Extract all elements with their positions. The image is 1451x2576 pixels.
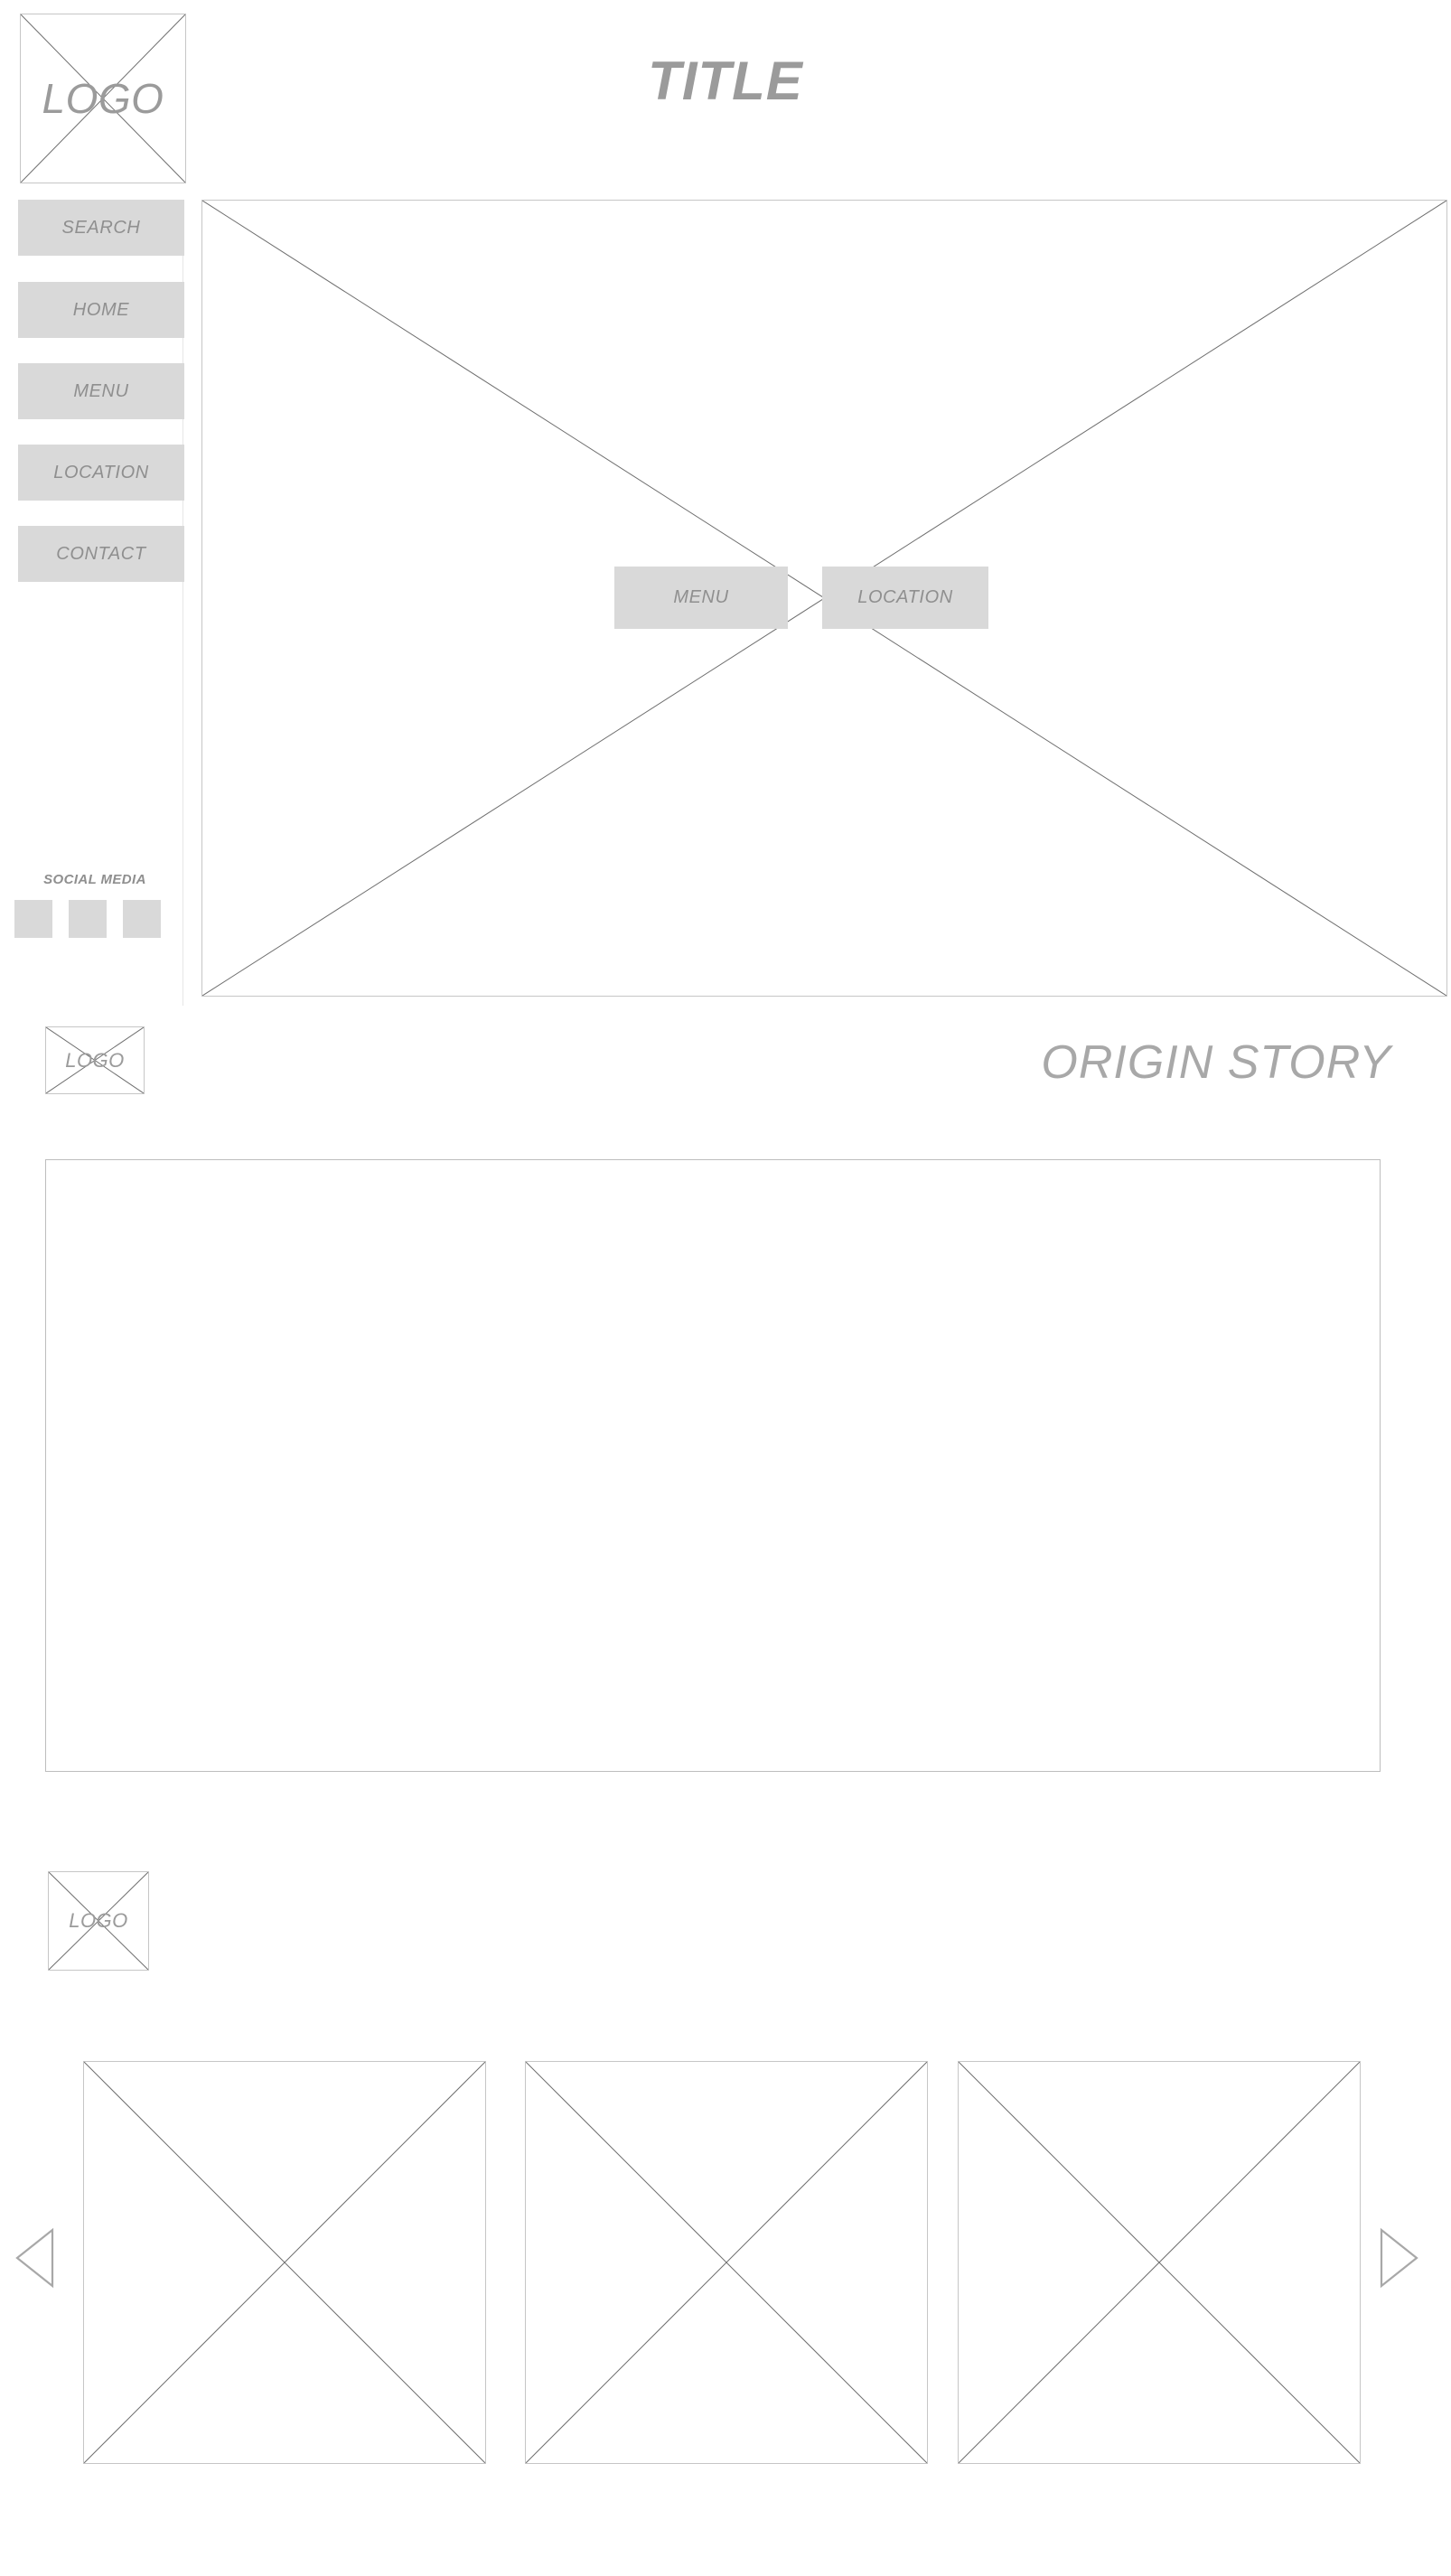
placeholder-cross-icon [46,1027,144,1093]
social-icon-2[interactable] [69,900,107,938]
hero-cta-location-label: LOCATION [857,587,953,607]
wireframe-page: LOGO TITLE SEARCH HOME MENU LOCATION CON… [0,0,1451,2576]
page-title: TITLE [648,51,803,111]
sidebar-item-contact[interactable]: CONTACT [18,526,184,582]
sidebar-item-label: CONTACT [56,543,146,564]
carousel-item[interactable] [525,2061,928,2464]
triangle-right-icon[interactable] [1380,2226,1419,2290]
gallery-section-logo-placeholder[interactable]: LOGO [48,1871,149,1971]
sidebar-item-label: MENU [73,380,129,401]
hero-cta-location-button[interactable]: LOCATION [822,567,988,629]
image-carousel [0,2061,1451,2464]
origin-story-content-box [45,1159,1381,1772]
carousel-item[interactable] [83,2061,486,2464]
sidebar-item-location[interactable]: LOCATION [18,445,184,501]
sidebar-item-menu[interactable]: MENU [18,363,184,419]
sidebar-item-label: HOME [72,299,130,320]
sidebar-item-search[interactable]: SEARCH [18,200,184,256]
hero-cta-menu-label: MENU [673,587,729,607]
social-icon-3[interactable] [123,900,161,938]
carousel-item[interactable] [958,2061,1361,2464]
origin-section-logo-placeholder[interactable]: LOGO [45,1026,145,1094]
social-icon-1[interactable] [14,900,52,938]
sidebar-item-label: SEARCH [61,217,141,238]
triangle-left-icon[interactable] [14,2226,54,2290]
sidebar-item-label: LOCATION [53,462,149,482]
sidebar-item-home[interactable]: HOME [18,282,184,338]
placeholder-cross-icon [49,1872,148,1970]
social-media-section: SOCIAL MEDIA [0,872,183,938]
hero-cta-menu-button[interactable]: MENU [614,567,788,629]
origin-story-heading: ORIGIN STORY [1041,1036,1391,1089]
placeholder-cross-icon [526,2062,927,2463]
placeholder-cross-icon [959,2062,1360,2463]
placeholder-cross-icon [84,2062,485,2463]
social-media-icon-row [14,900,183,938]
social-media-label: SOCIAL MEDIA [43,872,146,887]
